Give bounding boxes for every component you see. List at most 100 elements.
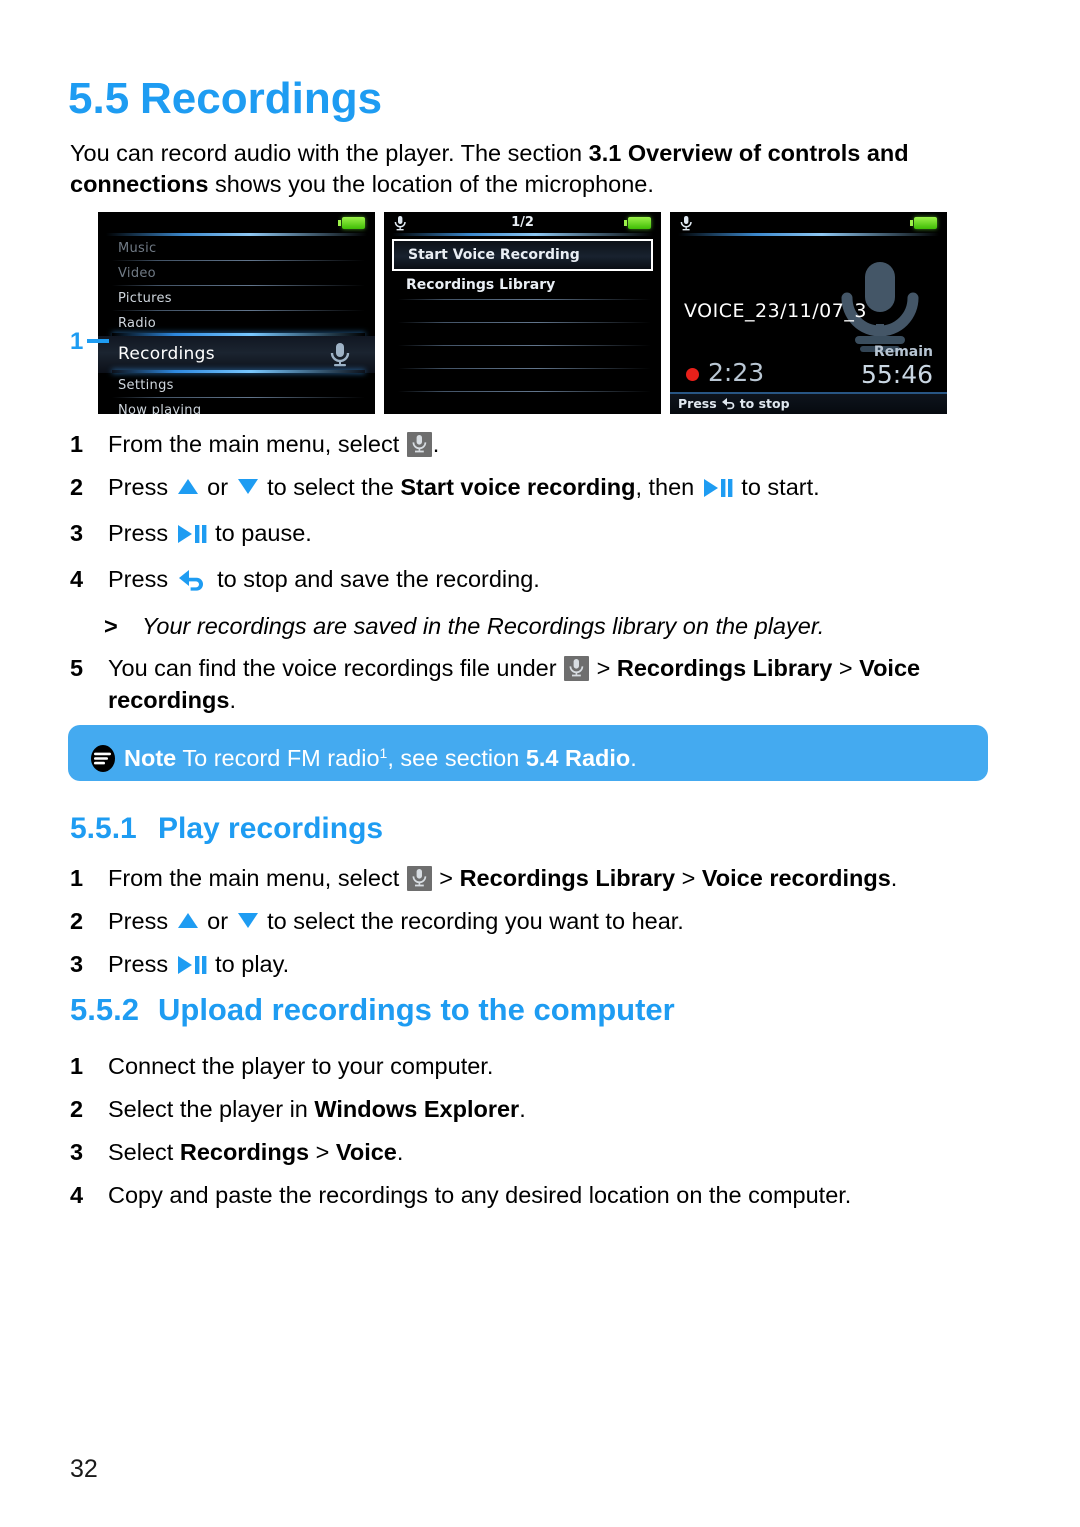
page-title: 5.5 Recordings — [68, 74, 382, 124]
step-3-text-part-1: Press — [108, 520, 175, 546]
step-5-index: 5 — [70, 655, 84, 681]
step-5-text-part-2: > — [590, 655, 617, 681]
step-3-text: Press to pause. — [108, 517, 950, 552]
back-arrow-icon — [717, 396, 740, 411]
triangle-down-icon — [237, 479, 258, 494]
s551-s3-part1: Press — [108, 951, 175, 977]
step-2-text-part-1: Press — [108, 474, 175, 500]
note-callout-content: Note To record FM radio1, see section 5.… — [90, 737, 637, 774]
s551-s1-bold2: Voice recordings — [701, 865, 891, 891]
s551-s2-part1: Press — [108, 908, 175, 934]
menu-item-radio-label: Radio — [118, 316, 157, 331]
screen3-footer-hint: Press to stop — [670, 392, 947, 414]
section-552-step-4-text: Copy and paste the recordings to any des… — [108, 1182, 852, 1208]
s551-s1-bold1: Recordings Library — [459, 865, 676, 891]
step-5-text-part-1: You can find the voice recordings file u… — [108, 655, 564, 681]
s551-s2-part2: or — [200, 908, 235, 934]
menu-item-pictures: Pictures — [98, 286, 375, 311]
callout-label: 1 — [70, 328, 84, 355]
step-5-bold-1: Recordings Library — [616, 655, 833, 681]
s552-s2-part2: . — [519, 1096, 526, 1122]
section-5-5-1-title: Play recordings — [158, 812, 384, 845]
battery-icon — [624, 217, 651, 229]
screen-recordings-menu: 1/2 Start Voice Recording Recordings Lib… — [384, 212, 661, 414]
result-note-text: Your recordings are saved in the Recordi… — [142, 613, 825, 639]
step-2-text-part-4: , then — [635, 474, 701, 500]
footer-prefix: Press — [678, 396, 717, 411]
step-5: 5 You can find the voice recordings file… — [70, 652, 950, 716]
mic-icon — [406, 432, 432, 457]
menu-item-video-label: Video — [118, 266, 156, 281]
step-4-index: 4 — [70, 566, 84, 592]
note-text-3: . — [630, 745, 637, 771]
note-text-1: To record FM radio — [176, 745, 380, 771]
triangle-down-icon — [237, 913, 258, 928]
section-5-5-1-heading: 5.5.1 Play recordings — [70, 812, 950, 846]
remain-time: 55:46 — [860, 360, 933, 389]
record-indicator-icon — [686, 368, 699, 381]
screen3-topbar — [670, 212, 947, 236]
step-3-text-part-2: to pause. — [208, 520, 312, 546]
list-empty-row — [384, 323, 661, 346]
section-551-step-1-index: 1 — [70, 865, 84, 891]
menu-item-music-label: Music — [118, 241, 157, 256]
s551-s1-part2: > — [432, 865, 460, 891]
section-552-step-1: 1 Connect the player to your computer. — [70, 1050, 950, 1082]
section-5-5-1: 5.5.1 Play recordings 1 From the main men… — [70, 812, 950, 983]
result-note: > Your recordings are saved in the Recor… — [70, 610, 950, 642]
section-552-step-3-index: 3 — [70, 1139, 84, 1165]
menu-item-now-playing-label: Now playing — [118, 403, 202, 414]
section-551-step-1-text: From the main menu, select > Recordings … — [108, 862, 950, 894]
section-551-step-2-index: 2 — [70, 908, 84, 934]
page-title-number: 5.5 — [68, 74, 130, 123]
note-icon — [90, 745, 116, 772]
page-title-text: Recordings — [140, 74, 383, 123]
mic-icon — [406, 866, 432, 891]
menu-item-video: Video — [98, 261, 375, 286]
section-5-5-2-title: Upload recordings to the computer — [158, 992, 675, 1027]
mic-icon — [564, 656, 590, 681]
s552-s3-part2: > — [309, 1139, 336, 1165]
section-5-5-2-heading: 5.5.2 Upload recordings to the computer — [70, 992, 950, 1028]
section-551-step-3-index: 3 — [70, 951, 84, 977]
steps-main: 1 From the main menu, select . 2 Press o… — [70, 428, 950, 611]
screen-main-menu: Music Video Pictures Radio Recordings Se… — [98, 212, 375, 414]
step-2-text-part-5: to start. — [734, 474, 820, 500]
note-callout-box: Note To record FM radio1, see section 5.… — [68, 725, 988, 781]
section-551-step-3: 3 Press to play. — [70, 948, 950, 983]
menu-item-music: Music — [98, 236, 375, 261]
menu-item-radio: Radio — [98, 311, 375, 336]
step-5-text: You can find the voice recordings file u… — [108, 652, 950, 716]
step-4-text: Press to stop and save the recording. — [108, 563, 950, 600]
section-552-step-2: 2 Select the player in Windows Explorer. — [70, 1093, 950, 1125]
result-note-block: > Your recordings are saved in the Recor… — [70, 610, 950, 642]
section-552-step-2-index: 2 — [70, 1096, 84, 1122]
s551-s1-part3: > — [675, 865, 702, 891]
triangle-up-icon — [177, 913, 198, 928]
play-pause-icon — [177, 520, 207, 552]
list-divider — [398, 391, 651, 392]
intro-text-1: You can record audio with the player. Th… — [70, 140, 589, 166]
menu-item-now-playing: Now playing — [98, 398, 375, 414]
s552-s3-part3: . — [396, 1139, 404, 1165]
screen1-topbar — [98, 212, 375, 236]
section-551-step-1: 1 From the main menu, select > Recording… — [70, 862, 950, 894]
s552-s3-bold2: Voice — [335, 1139, 397, 1165]
note-bold-reference: 5.4 Radio — [525, 745, 631, 771]
step-1: 1 From the main menu, select . — [70, 428, 950, 460]
step-4-text-part-1: Press — [108, 566, 175, 592]
screen3-body: VOICE_23/11/07_3 Remain 55:46 2:23 — [670, 236, 947, 390]
result-note-marker: > — [104, 613, 118, 639]
page-number: 32 — [70, 1455, 98, 1483]
callout-leader-line — [87, 339, 110, 343]
section-5-5-2: 5.5.2 Upload recordings to the computer 1… — [70, 992, 950, 1211]
note-label: Note — [124, 745, 177, 771]
battery-icon — [910, 217, 937, 229]
s552-s3-part1: Select — [108, 1139, 180, 1165]
section-552-step-4: 4 Copy and paste the recordings to any d… — [70, 1179, 950, 1211]
menu-item-settings: Settings — [98, 373, 375, 398]
step-1-index: 1 — [70, 431, 84, 457]
list-empty-row — [384, 369, 661, 392]
step-2-index: 2 — [70, 474, 84, 500]
section-5-5-2-number: 5.5.2 — [70, 992, 139, 1027]
